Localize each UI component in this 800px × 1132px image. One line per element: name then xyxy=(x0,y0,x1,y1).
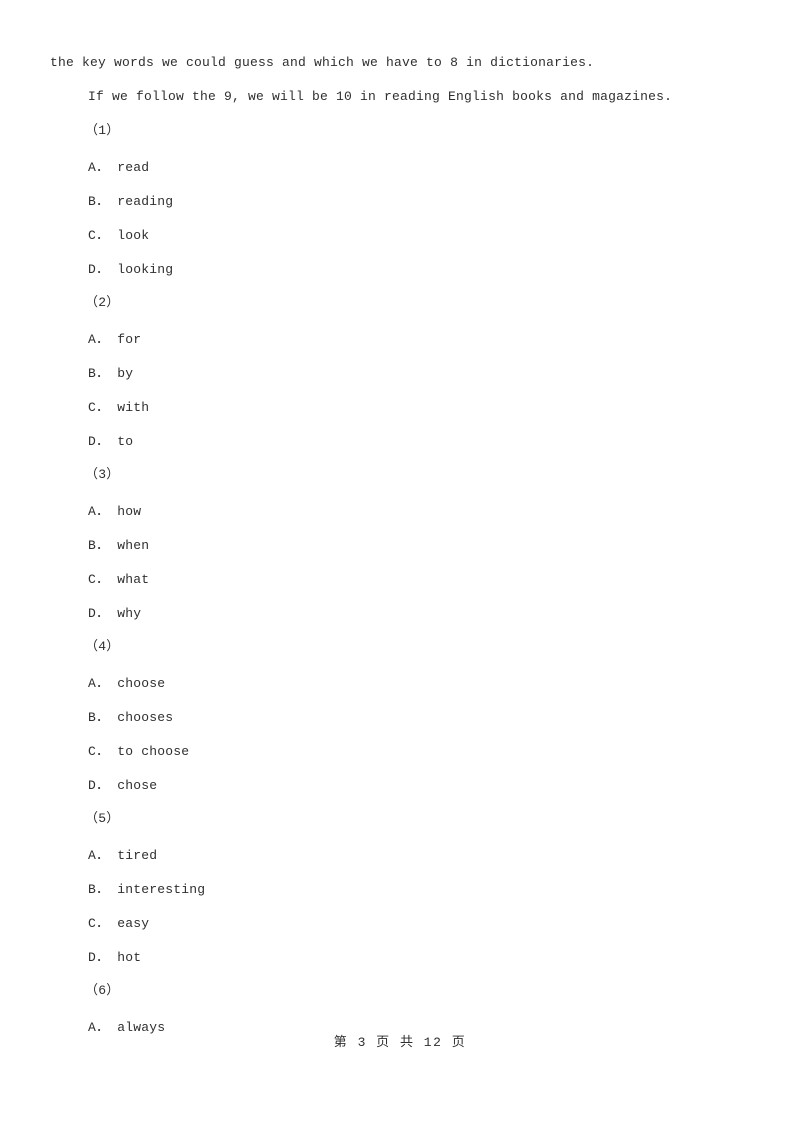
option-separator: ． xyxy=(96,332,110,347)
question-number: （1） xyxy=(85,123,120,138)
option-text: hot xyxy=(117,950,142,965)
answer-option[interactable]: D． why xyxy=(88,597,141,631)
option-text: what xyxy=(117,572,150,587)
option-separator: ． xyxy=(96,606,110,621)
option-label: C xyxy=(88,744,97,759)
page-footer: 第 3 页 共 12 页 xyxy=(333,1035,467,1050)
option-text: how xyxy=(117,504,142,519)
option-text: reading xyxy=(117,194,174,209)
question-number: （3） xyxy=(85,467,120,482)
option-text: interesting xyxy=(117,882,206,897)
answer-option[interactable]: A． choose xyxy=(88,667,165,701)
option-separator: ． xyxy=(96,194,110,209)
option-text: looking xyxy=(117,262,174,277)
option-text: chose xyxy=(117,778,158,793)
answer-option[interactable]: C． to choose xyxy=(88,735,189,769)
option-label: D xyxy=(88,950,97,965)
option-separator: ． xyxy=(96,504,110,519)
option-label: C xyxy=(88,400,97,415)
answer-option[interactable]: A． for xyxy=(88,323,141,357)
cloze-text-line-1: the key words we could guess and which w… xyxy=(50,55,595,70)
option-separator: ． xyxy=(96,950,110,965)
answer-option[interactable]: A． tired xyxy=(88,839,157,873)
option-text: with xyxy=(117,400,150,415)
option-label: D xyxy=(88,778,97,793)
option-text: look xyxy=(117,228,150,243)
option-text: easy xyxy=(117,916,150,931)
option-text: by xyxy=(117,366,134,381)
answer-option[interactable]: C． with xyxy=(88,391,149,425)
option-separator: ． xyxy=(96,778,110,793)
option-label: C xyxy=(88,228,97,243)
answer-option[interactable]: B． when xyxy=(88,529,149,563)
option-text: tired xyxy=(117,848,158,863)
question-number: （2） xyxy=(85,295,120,310)
question-number: （6） xyxy=(85,983,120,998)
option-label: A xyxy=(88,848,97,863)
answer-option[interactable]: B． by xyxy=(88,357,133,391)
answer-option[interactable]: B． chooses xyxy=(88,701,173,735)
option-label: C xyxy=(88,916,97,931)
document-page: the key words we could guess and which w… xyxy=(0,0,800,1132)
option-separator: ． xyxy=(96,538,110,553)
cloze-text-line-2: If we follow the 9, we will be 10 in rea… xyxy=(88,89,673,104)
option-separator: ． xyxy=(96,744,110,759)
answer-option[interactable]: D． to xyxy=(88,425,133,459)
option-text: for xyxy=(117,332,142,347)
option-separator: ． xyxy=(96,366,110,381)
answer-option[interactable]: D． looking xyxy=(88,253,173,287)
option-label: B xyxy=(88,710,97,725)
option-separator: ． xyxy=(96,676,110,691)
option-label: B xyxy=(88,538,97,553)
option-label: B xyxy=(88,366,97,381)
question-number: （4） xyxy=(85,639,120,654)
option-separator: ． xyxy=(96,710,110,725)
option-label: D xyxy=(88,434,97,449)
option-separator: ． xyxy=(96,916,110,931)
option-text: to choose xyxy=(117,744,190,759)
answer-option[interactable]: D． hot xyxy=(88,941,141,975)
option-label: B xyxy=(88,194,97,209)
answer-option[interactable]: B． interesting xyxy=(88,873,205,907)
option-separator: ． xyxy=(96,434,110,449)
answer-option[interactable]: B． reading xyxy=(88,185,173,219)
option-text: chooses xyxy=(117,710,174,725)
answer-option[interactable]: C． easy xyxy=(88,907,149,941)
option-separator: ． xyxy=(96,572,110,587)
option-separator: ． xyxy=(96,228,110,243)
option-separator: ． xyxy=(96,882,110,897)
option-text: when xyxy=(117,538,150,553)
option-separator: ． xyxy=(96,400,110,415)
option-label: A xyxy=(88,676,97,691)
option-separator: ． xyxy=(96,160,110,175)
option-separator: ． xyxy=(96,848,110,863)
option-label: A xyxy=(88,504,97,519)
question-number: （5） xyxy=(85,811,120,826)
answer-option[interactable]: D． chose xyxy=(88,769,157,803)
option-label: C xyxy=(88,572,97,587)
option-text: why xyxy=(117,606,142,621)
option-label: A xyxy=(88,160,97,175)
option-separator: ． xyxy=(96,262,110,277)
answer-option[interactable]: C． look xyxy=(88,219,149,253)
option-label: D xyxy=(88,606,97,621)
option-text: read xyxy=(117,160,150,175)
option-label: B xyxy=(88,882,97,897)
answer-option[interactable]: A． read xyxy=(88,151,149,185)
option-text: to xyxy=(117,434,134,449)
option-label: A xyxy=(88,332,97,347)
answer-option[interactable]: C． what xyxy=(88,563,149,597)
option-label: D xyxy=(88,262,97,277)
option-text: choose xyxy=(117,676,166,691)
answer-option[interactable]: A． how xyxy=(88,495,141,529)
